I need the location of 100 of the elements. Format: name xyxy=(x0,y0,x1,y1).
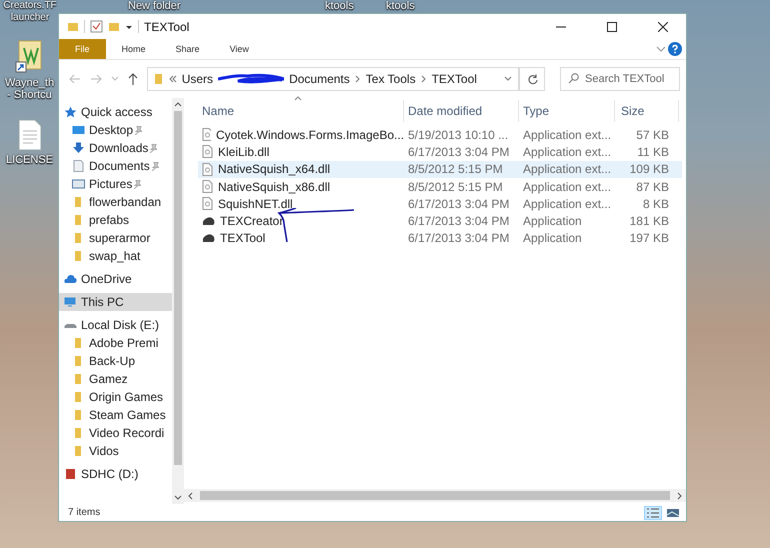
file-row[interactable]: Cyotek.Windows.Forms.ImageBo... 5/19/2013 10:10 ... Application ext... 57 KB xyxy=(198,126,682,144)
nav-item[interactable]: Steam Games xyxy=(59,406,172,424)
nav-item[interactable]: This PC xyxy=(59,293,172,311)
maximize-icon xyxy=(607,22,617,32)
overflow-chevron-icon[interactable] xyxy=(168,75,177,83)
dll-file-icon xyxy=(202,180,213,194)
nav-item[interactable]: Desktop xyxy=(59,121,172,139)
expand-ribbon-icon[interactable] xyxy=(656,45,666,53)
nav-item[interactable]: superarmor xyxy=(59,229,172,247)
column-header[interactable]: Size xyxy=(615,100,679,122)
horizontal-scrollbar[interactable] xyxy=(184,489,686,502)
app-icon xyxy=(202,216,215,226)
size-cell-text: 109 KB xyxy=(628,162,670,176)
search-icon xyxy=(568,73,580,84)
file-row[interactable]: NativeSquish_x64.dll 8/5/2012 5:15 PM Application ext... 109 KB xyxy=(198,160,682,178)
file-name: SquishNET.dll xyxy=(218,196,293,211)
nav-item[interactable]: Local Disk (E:) xyxy=(59,316,172,334)
size-cell-text: 11 KB xyxy=(636,144,670,159)
help-icon[interactable] xyxy=(668,42,682,56)
column-header[interactable]: Type xyxy=(519,100,615,122)
type-cell-text: Application xyxy=(522,214,583,228)
type-cell-text: Application ext... xyxy=(522,180,612,194)
size-cell-text: 87 KB xyxy=(635,180,670,194)
nav-icon xyxy=(64,106,77,118)
dll-file-icon xyxy=(202,197,213,210)
file-row[interactable]: TEXTool 6/17/2013 3:04 PM Application 197 KB xyxy=(198,230,682,248)
folder-icon xyxy=(154,73,164,85)
app-icon xyxy=(202,233,215,244)
nav-item[interactable]: Video Recordi xyxy=(59,424,172,442)
size-cell-text: 8 KB xyxy=(642,196,670,211)
file-name: TEXTool xyxy=(220,231,266,246)
nav-item[interactable]: OneDrive xyxy=(59,270,172,288)
breadcrumb-link[interactable]: Documents xyxy=(289,72,350,86)
file-row[interactable]: KleiLib.dll 6/17/2013 3:04 PM Application ext... 11 KB xyxy=(198,143,682,161)
nav-item[interactable]: Documents xyxy=(59,157,172,175)
breadcrumb-link[interactable]: TEXTool xyxy=(432,72,477,86)
nav-icon xyxy=(72,142,85,154)
size-cell-text: 197 KB xyxy=(628,231,670,246)
scroll-down-icon[interactable] xyxy=(174,495,182,501)
nav-item[interactable]: prefabs xyxy=(59,211,172,229)
details-view-button[interactable] xyxy=(644,506,662,520)
column-header[interactable]: Date modified xyxy=(404,100,519,122)
dll-file-icon xyxy=(202,162,213,176)
breadcrumb-chevron-icon xyxy=(354,75,361,83)
file-name: TEXCreator xyxy=(220,214,284,228)
type-cell-text: Application ext... xyxy=(522,128,612,142)
close-icon xyxy=(658,22,668,32)
scroll-left-icon[interactable] xyxy=(187,492,193,500)
nav-item[interactable]: Origin Games xyxy=(59,388,172,406)
date-cell-text: 8/5/2012 5:15 PM xyxy=(407,180,504,194)
breadcrumb-chevron-icon xyxy=(420,75,427,83)
address-dropdown-icon[interactable] xyxy=(504,76,512,82)
nav-icon xyxy=(64,273,77,285)
pin-icon[interactable] xyxy=(150,162,159,170)
nav-item[interactable]: SDHC (D:) xyxy=(59,465,172,483)
dll-file-icon xyxy=(202,128,211,142)
type-cell-text: Application ext... xyxy=(522,196,612,211)
refresh-icon xyxy=(526,74,538,84)
nav-item[interactable]: Vidos xyxy=(59,442,172,460)
nav-item[interactable]: Quick access xyxy=(59,103,172,121)
address-bar[interactable]: Users Documents Tex Tools TEXTool xyxy=(146,67,520,91)
scroll-right-icon[interactable] xyxy=(677,492,683,500)
nav-icon xyxy=(72,160,85,172)
date-cell-text: 6/17/2013 3:04 PM xyxy=(407,144,510,159)
file-row[interactable]: SquishNET.dll 6/17/2013 3:04 PM Application ext... 8 KB xyxy=(198,195,682,212)
date-cell-text: 6/17/2013 3:04 PM xyxy=(407,231,510,246)
nav-item[interactable]: swap_hat xyxy=(59,247,172,265)
nav-item[interactable]: Gamez xyxy=(59,370,172,388)
document-file-icon[interactable] xyxy=(16,119,42,151)
pin-icon[interactable] xyxy=(134,126,142,134)
nav-item[interactable]: Downloads xyxy=(59,139,172,157)
file-row[interactable]: TEXCreator 6/17/2013 3:04 PM Application 181 KB xyxy=(198,212,682,230)
properties-checkbox-icon[interactable] xyxy=(90,20,103,33)
shortcut-file-icon[interactable] xyxy=(14,40,44,74)
column-header[interactable]: Name xyxy=(198,100,404,122)
file-name: Cyotek.Windows.Forms.ImageBo... xyxy=(216,128,404,142)
nav-icon xyxy=(64,468,77,480)
type-cell-text: Application xyxy=(522,231,583,246)
pin-icon[interactable] xyxy=(133,180,142,188)
breadcrumb-link[interactable]: Users xyxy=(182,72,214,86)
file-name: NativeSquish_x86.dll xyxy=(218,180,330,194)
breadcrumb-link[interactable]: Tex Tools xyxy=(366,72,416,86)
file-row[interactable]: NativeSquish_x86.dll 8/5/2012 5:15 PM Application ext... 87 KB xyxy=(198,178,682,196)
nav-item[interactable]: flowerbandan xyxy=(59,193,172,211)
pin-icon[interactable] xyxy=(149,144,158,152)
up-arrow-icon[interactable] xyxy=(128,73,138,85)
scroll-up-icon[interactable] xyxy=(174,101,182,107)
nav-item[interactable]: Pictures xyxy=(59,175,172,193)
vertical-scrollbar[interactable] xyxy=(172,98,184,504)
item-count: 7 items xyxy=(68,507,100,518)
refresh-button[interactable] xyxy=(519,67,546,91)
nav-item[interactable]: Adobe Premi xyxy=(59,334,172,352)
nav-item[interactable]: Back-Up xyxy=(59,352,172,370)
size-cell-text: 181 KB xyxy=(628,214,670,228)
redaction-scribble-drawing xyxy=(218,73,284,85)
date-cell-text: 6/17/2013 3:04 PM xyxy=(407,214,510,228)
nav-icon xyxy=(72,178,85,190)
search-field[interactable]: Search TEXTool xyxy=(560,67,680,91)
size-cell-text: 57 KB xyxy=(635,128,670,142)
window-title: TEXTool xyxy=(144,20,190,34)
